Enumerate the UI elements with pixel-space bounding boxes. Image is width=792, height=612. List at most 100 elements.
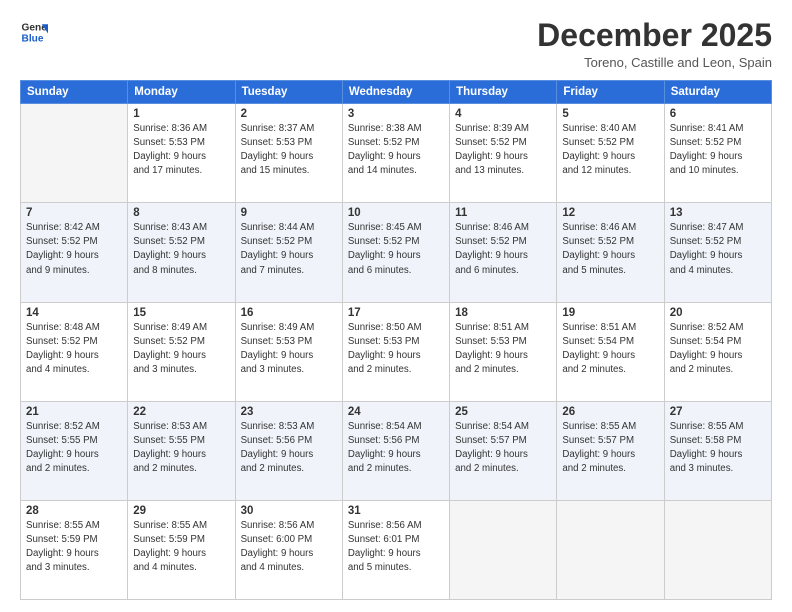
day-number: 1 (133, 108, 229, 120)
calendar-week-row: 21Sunrise: 8:52 AM Sunset: 5:55 PM Dayli… (21, 401, 772, 500)
logo-icon: General Blue (20, 18, 48, 46)
table-row: 16 Sunrise: 8:49 AM Sunset: 5:53 PM Dayli… (235, 302, 342, 401)
table-row: 11 Sunrise: 8:46 AM Sunset: 5:52 PM Dayli… (450, 203, 557, 302)
day-info: Sunrise: 8:46 AM Sunset: 5:52 PM Dayligh… (455, 221, 551, 277)
day-number: 19 (562, 307, 658, 319)
table-row: 27 Sunrise: 8:55 AM Sunset: 5:58 PM Dayli… (664, 401, 771, 500)
calendar-week-row: 14 Sunrise: 8:48 AM Sunset: 5:52 PM Dayli… (21, 302, 772, 401)
table-row: 18 Sunrise: 8:51 AM Sunset: 5:53 PM Dayli… (450, 302, 557, 401)
day-info: Sunrise: 8:50 AM Sunset: 5:53 PM Dayligh… (348, 321, 444, 377)
logo: General Blue (20, 18, 48, 46)
header-saturday: Saturday (664, 81, 771, 104)
location: Toreno, Castille and Leon, Spain (537, 55, 772, 70)
table-row: 9 Sunrise: 8:44 AM Sunset: 5:52 PM Daylig… (235, 203, 342, 302)
day-info: Sunrise: 8:56 AM Sunset: 6:01 PM Dayligh… (348, 519, 444, 575)
day-number: 4 (455, 108, 551, 120)
table-row: 20Sunrise: 8:52 AM Sunset: 5:54 PM Dayli… (664, 302, 771, 401)
day-number: 17 (348, 307, 444, 319)
table-row: 23 Sunrise: 8:53 AM Sunset: 5:56 PM Dayli… (235, 401, 342, 500)
table-row: 29Sunrise: 8:55 AM Sunset: 5:59 PM Dayli… (128, 500, 235, 599)
day-info: Sunrise: 8:37 AM Sunset: 5:53 PM Dayligh… (241, 122, 337, 178)
table-row: 13Sunrise: 8:47 AM Sunset: 5:52 PM Dayli… (664, 203, 771, 302)
day-info: Sunrise: 8:52 AM Sunset: 5:55 PM Dayligh… (26, 420, 122, 476)
table-row: 21Sunrise: 8:52 AM Sunset: 5:55 PM Dayli… (21, 401, 128, 500)
calendar-week-row: 1Sunrise: 8:36 AM Sunset: 5:53 PM Daylig… (21, 104, 772, 203)
header-friday: Friday (557, 81, 664, 104)
svg-text:General: General (22, 22, 48, 33)
day-info: Sunrise: 8:48 AM Sunset: 5:52 PM Dayligh… (26, 321, 122, 377)
day-number: 5 (562, 108, 658, 120)
day-info: Sunrise: 8:44 AM Sunset: 5:52 PM Dayligh… (241, 221, 337, 277)
day-info: Sunrise: 8:42 AM Sunset: 5:52 PM Dayligh… (26, 221, 122, 277)
day-number: 22 (133, 406, 229, 418)
table-row: 8 Sunrise: 8:43 AM Sunset: 5:52 PM Daylig… (128, 203, 235, 302)
day-info: Sunrise: 8:54 AM Sunset: 5:57 PM Dayligh… (455, 420, 551, 476)
table-row: 31 Sunrise: 8:56 AM Sunset: 6:01 PM Dayli… (342, 500, 449, 599)
table-row: 3 Sunrise: 8:38 AM Sunset: 5:52 PM Daylig… (342, 104, 449, 203)
header-wednesday: Wednesday (342, 81, 449, 104)
table-row (450, 500, 557, 599)
day-info: Sunrise: 8:53 AM Sunset: 5:56 PM Dayligh… (241, 420, 337, 476)
table-row: 2 Sunrise: 8:37 AM Sunset: 5:53 PM Daylig… (235, 104, 342, 203)
table-row: 10Sunrise: 8:45 AM Sunset: 5:52 PM Dayli… (342, 203, 449, 302)
calendar-week-row: 7Sunrise: 8:42 AM Sunset: 5:52 PM Daylig… (21, 203, 772, 302)
day-info: Sunrise: 8:53 AM Sunset: 5:55 PM Dayligh… (133, 420, 229, 476)
day-number: 13 (670, 207, 766, 219)
day-info: Sunrise: 8:46 AM Sunset: 5:52 PM Dayligh… (562, 221, 658, 277)
day-number: 27 (670, 406, 766, 418)
day-number: 23 (241, 406, 337, 418)
month-title: December 2025 (537, 18, 772, 53)
day-number: 11 (455, 207, 551, 219)
header-sunday: Sunday (21, 81, 128, 104)
table-row: 26Sunrise: 8:55 AM Sunset: 5:57 PM Dayli… (557, 401, 664, 500)
day-info: Sunrise: 8:43 AM Sunset: 5:52 PM Dayligh… (133, 221, 229, 277)
day-number: 18 (455, 307, 551, 319)
table-row: 12Sunrise: 8:46 AM Sunset: 5:52 PM Dayli… (557, 203, 664, 302)
day-number: 28 (26, 505, 122, 517)
day-info: Sunrise: 8:56 AM Sunset: 6:00 PM Dayligh… (241, 519, 337, 575)
table-row: 25 Sunrise: 8:54 AM Sunset: 5:57 PM Dayli… (450, 401, 557, 500)
day-number: 9 (241, 207, 337, 219)
day-number: 25 (455, 406, 551, 418)
day-info: Sunrise: 8:51 AM Sunset: 5:53 PM Dayligh… (455, 321, 551, 377)
day-info: Sunrise: 8:52 AM Sunset: 5:54 PM Dayligh… (670, 321, 766, 377)
day-number: 29 (133, 505, 229, 517)
header-monday: Monday (128, 81, 235, 104)
calendar-table: Sunday Monday Tuesday Wednesday Thursday… (20, 80, 772, 600)
header-thursday: Thursday (450, 81, 557, 104)
table-row: 30 Sunrise: 8:56 AM Sunset: 6:00 PM Dayli… (235, 500, 342, 599)
day-number: 14 (26, 307, 122, 319)
table-row: 15 Sunrise: 8:49 AM Sunset: 5:52 PM Dayli… (128, 302, 235, 401)
day-info: Sunrise: 8:39 AM Sunset: 5:52 PM Dayligh… (455, 122, 551, 178)
day-number: 2 (241, 108, 337, 120)
day-number: 31 (348, 505, 444, 517)
table-row: 24Sunrise: 8:54 AM Sunset: 5:56 PM Dayli… (342, 401, 449, 500)
day-number: 3 (348, 108, 444, 120)
day-number: 16 (241, 307, 337, 319)
day-number: 24 (348, 406, 444, 418)
header-tuesday: Tuesday (235, 81, 342, 104)
day-number: 6 (670, 108, 766, 120)
title-block: December 2025 Toreno, Castille and Leon,… (537, 18, 772, 70)
day-info: Sunrise: 8:41 AM Sunset: 5:52 PM Dayligh… (670, 122, 766, 178)
table-row: 28Sunrise: 8:55 AM Sunset: 5:59 PM Dayli… (21, 500, 128, 599)
day-info: Sunrise: 8:51 AM Sunset: 5:54 PM Dayligh… (562, 321, 658, 377)
day-info: Sunrise: 8:45 AM Sunset: 5:52 PM Dayligh… (348, 221, 444, 277)
day-info: Sunrise: 8:38 AM Sunset: 5:52 PM Dayligh… (348, 122, 444, 178)
table-row: 5 Sunrise: 8:40 AM Sunset: 5:52 PM Daylig… (557, 104, 664, 203)
day-number: 8 (133, 207, 229, 219)
table-row (21, 104, 128, 203)
page: General Blue December 2025 Toreno, Casti… (0, 0, 792, 612)
table-row (557, 500, 664, 599)
day-info: Sunrise: 8:49 AM Sunset: 5:53 PM Dayligh… (241, 321, 337, 377)
day-info: Sunrise: 8:55 AM Sunset: 5:58 PM Dayligh… (670, 420, 766, 476)
table-row: 6 Sunrise: 8:41 AM Sunset: 5:52 PM Daylig… (664, 104, 771, 203)
day-number: 26 (562, 406, 658, 418)
table-row: 4 Sunrise: 8:39 AM Sunset: 5:52 PM Daylig… (450, 104, 557, 203)
day-number: 30 (241, 505, 337, 517)
day-info: Sunrise: 8:49 AM Sunset: 5:52 PM Dayligh… (133, 321, 229, 377)
day-number: 15 (133, 307, 229, 319)
table-row: 7Sunrise: 8:42 AM Sunset: 5:52 PM Daylig… (21, 203, 128, 302)
day-info: Sunrise: 8:40 AM Sunset: 5:52 PM Dayligh… (562, 122, 658, 178)
svg-text:Blue: Blue (22, 33, 44, 44)
